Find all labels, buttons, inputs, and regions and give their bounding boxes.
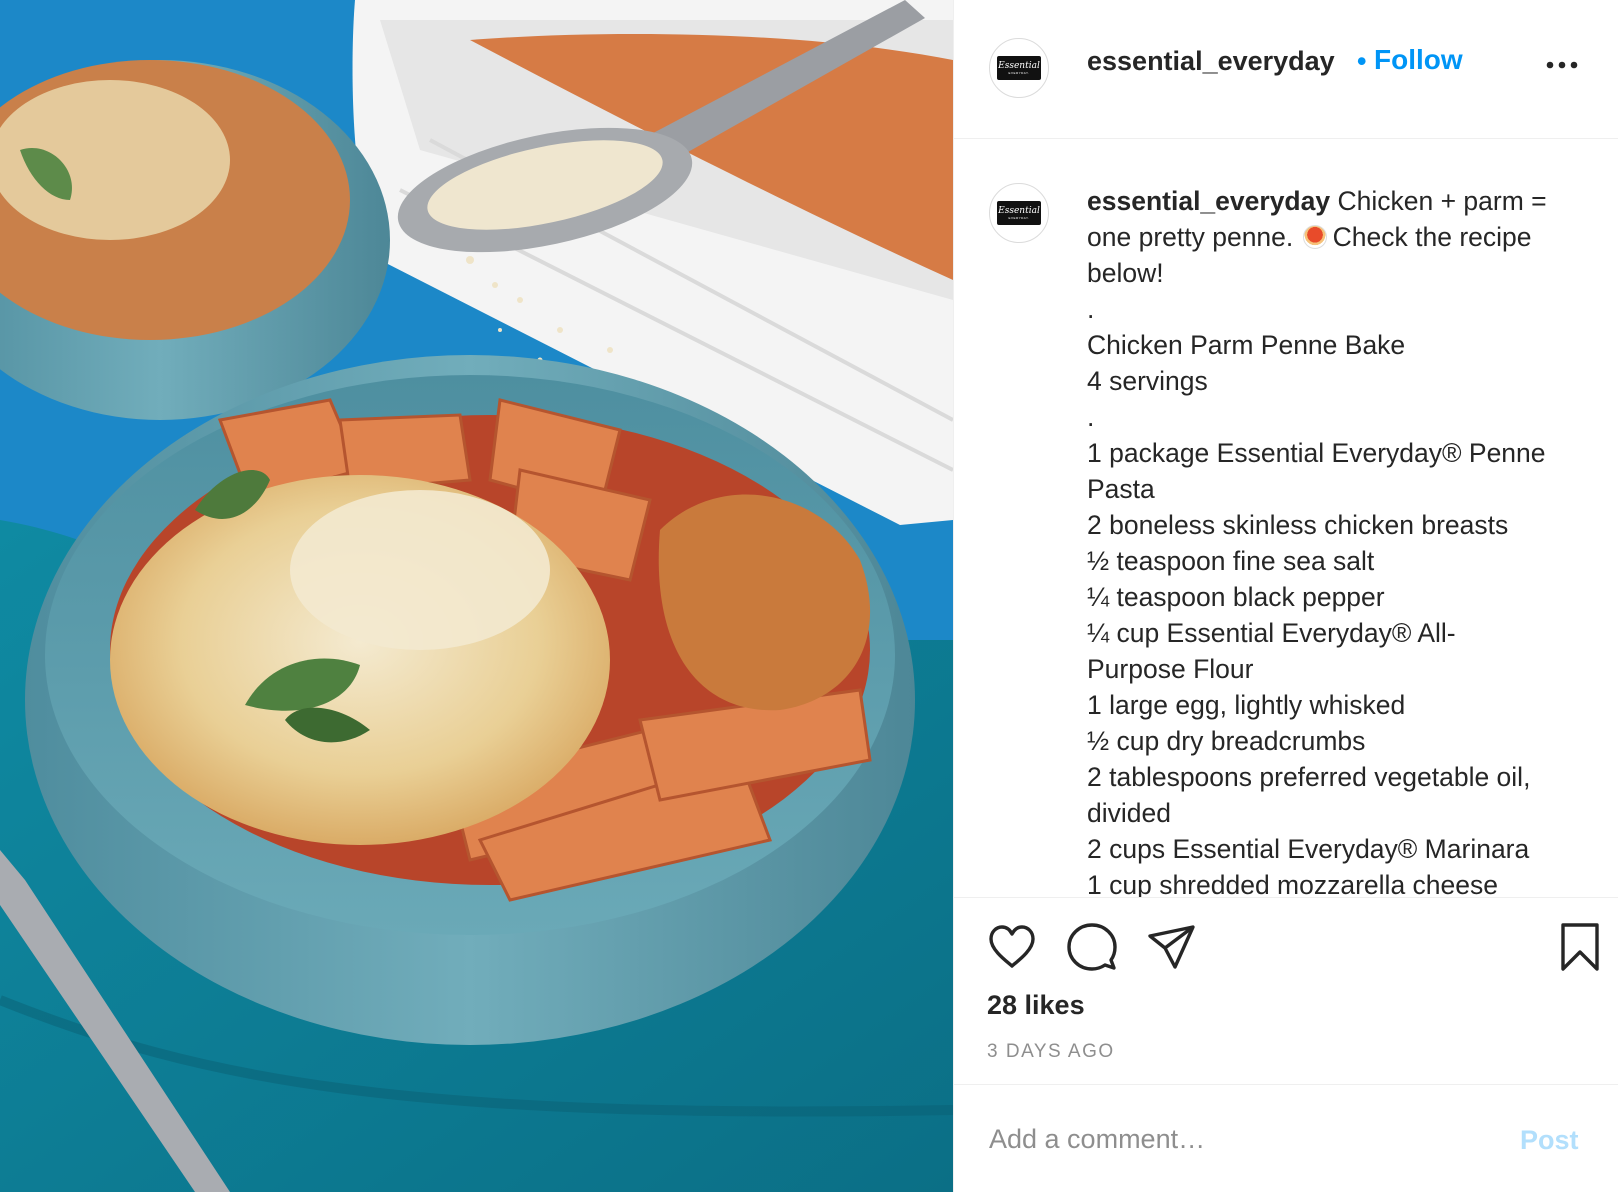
logo-sub: EVERYDAY.	[1008, 215, 1030, 220]
heart-icon[interactable]	[987, 924, 1037, 970]
caption-line: 1 package Essential Everyday® Penne	[1087, 438, 1546, 468]
photo-illustration	[0, 0, 953, 1192]
header-username[interactable]: essential_everyday	[1087, 46, 1335, 77]
follow-button[interactable]: Follow	[1374, 44, 1463, 76]
caption-line: ½ cup dry breadcrumbs	[1087, 726, 1366, 756]
logo-sub: EVERYDAY.	[1008, 70, 1030, 75]
caption-username[interactable]: essential_everyday	[1087, 186, 1330, 216]
comment-icon[interactable]	[1067, 922, 1117, 972]
caption-line: one pretty penne. Check the recipe	[1087, 219, 1587, 255]
caption-line: 1 large egg, lightly whisked	[1087, 690, 1406, 720]
caption-line: .	[1087, 402, 1095, 432]
brand-logo: Essential EVERYDAY.	[997, 201, 1041, 225]
caption-line: ¼ cup Essential Everyday® All-	[1087, 618, 1456, 648]
follow-separator: •	[1357, 46, 1367, 76]
caption-line: below!	[1087, 258, 1164, 288]
post-side-panel: Essential EVERYDAY. essential_everyday •…	[953, 0, 1618, 1192]
caption-line: 2 cups Essential Everyday® Marinara	[1087, 834, 1530, 864]
avatar[interactable]: Essential EVERYDAY.	[989, 38, 1049, 98]
caption-line: 2 boneless skinless chicken breasts	[1087, 510, 1509, 540]
caption-text: essential_everyday Chicken + parm = one …	[1087, 183, 1587, 897]
caption-line-text: one pretty penne.	[1087, 222, 1294, 252]
more-horizontal-icon[interactable]	[1544, 55, 1580, 75]
caption-line: 4 servings	[1087, 366, 1208, 396]
caption-line: 2 tablespoons preferred vegetable oil,	[1087, 762, 1531, 792]
post-timestamp[interactable]: 3 DAYS AGO	[987, 1041, 1115, 1063]
logo-script: Essential	[998, 205, 1040, 216]
caption-line: Chicken Parm Penne Bake	[1087, 330, 1406, 360]
caption-line: essential_everyday Chicken + parm =	[1087, 183, 1587, 219]
post-header: Essential EVERYDAY. essential_everyday •…	[954, 0, 1618, 139]
spaghetti-emoji-icon	[1302, 225, 1327, 249]
bookmark-icon[interactable]	[1559, 922, 1601, 972]
comment-input[interactable]	[987, 1113, 1491, 1165]
paper-plane-icon[interactable]	[1147, 924, 1197, 970]
caption-line-text: Chicken + parm =	[1337, 186, 1547, 216]
caption-line: Purpose Flour	[1087, 654, 1254, 684]
post-comment-button[interactable]: Post	[1520, 1125, 1579, 1156]
caption-line: Pasta	[1087, 474, 1155, 504]
instagram-post: Essential EVERYDAY. essential_everyday •…	[0, 0, 1618, 1192]
actions-divider	[954, 897, 1618, 898]
caption-line: ¼ teaspoon black pepper	[1087, 582, 1385, 612]
logo-script: Essential	[998, 60, 1040, 71]
caption-scroll-area[interactable]: Essential EVERYDAY. essential_everyday C…	[954, 139, 1618, 897]
caption-avatar[interactable]: Essential EVERYDAY.	[989, 183, 1049, 243]
caption-line: ½ teaspoon fine sea salt	[1087, 546, 1375, 576]
comment-bar: Post	[954, 1084, 1618, 1192]
brand-logo: Essential EVERYDAY.	[997, 56, 1041, 80]
caption-line: 1 cup shredded mozzarella cheese	[1087, 870, 1498, 897]
caption-line-text: Check the recipe	[1332, 222, 1532, 252]
caption-line: divided	[1087, 798, 1171, 828]
post-photo[interactable]	[0, 0, 953, 1192]
caption-line: .	[1087, 294, 1095, 324]
likes-count[interactable]: 28 likes	[987, 990, 1085, 1021]
